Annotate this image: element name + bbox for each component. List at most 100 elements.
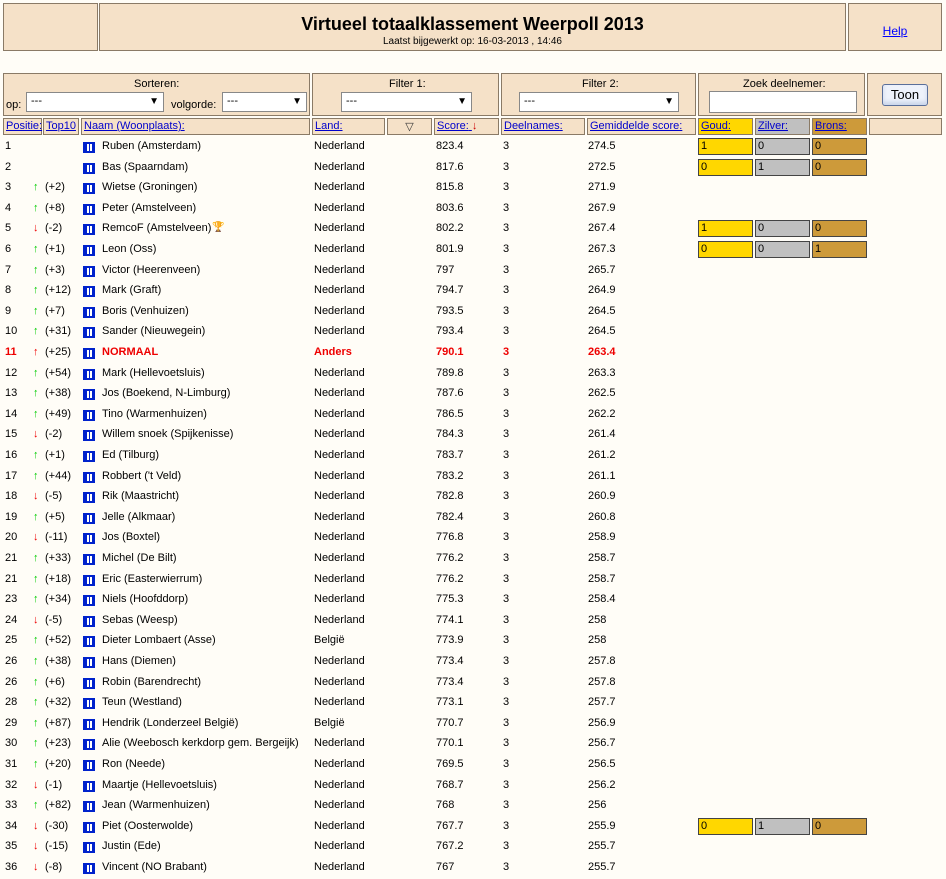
flag-icon[interactable]	[83, 657, 95, 668]
flag-icon[interactable]	[83, 389, 95, 401]
row-position: 11	[5, 346, 17, 358]
flag-icon[interactable]	[83, 492, 95, 504]
flag-icon[interactable]	[83, 636, 95, 648]
arrow-up-icon: ↑	[33, 263, 39, 276]
row-name: Rik (Maastricht)	[102, 490, 180, 503]
table-row: 25 ↑ (+52) Dieter Lombaert (Asse) België 773.…	[0, 631, 946, 652]
flag-icon[interactable]	[83, 430, 95, 442]
flag-icon[interactable]	[83, 471, 95, 483]
flag-icon[interactable]	[83, 409, 95, 421]
flag-icon[interactable]	[83, 265, 95, 277]
row-land: Nederland	[314, 325, 365, 338]
search-label: Zoek deelnemer:	[743, 78, 826, 90]
filter2-select[interactable]: --- ▼	[519, 92, 679, 112]
chevron-down-icon: ▼	[457, 96, 467, 107]
flag-icon[interactable]	[83, 780, 95, 792]
flag-icon[interactable]	[83, 615, 95, 627]
title-panel: Virtueel totaalklassement Weerpoll 2013 …	[99, 3, 846, 51]
col-brons[interactable]: Brons:	[812, 118, 867, 135]
flag-icon[interactable]	[83, 142, 95, 153]
row-name: Victor (Heerenveen)	[102, 263, 201, 276]
help-link[interactable]: Help	[849, 24, 941, 38]
row-position: 20	[5, 531, 18, 544]
row-name: Vincent (NO Brabant)	[102, 861, 207, 873]
col-gemiddelde[interactable]: Gemiddelde score:	[587, 118, 696, 135]
row-deelnames: 3	[503, 593, 510, 606]
flag-icon[interactable]	[83, 327, 95, 339]
col-naam[interactable]: Naam (Woonplaats):	[81, 118, 310, 135]
row-deelnames: 3	[503, 613, 510, 626]
row-position: 23	[5, 593, 18, 606]
toon-button[interactable]: Toon	[882, 84, 928, 106]
flag-icon[interactable]	[83, 203, 95, 215]
row-position: 2	[5, 160, 12, 173]
row-deelnames: 3	[503, 243, 510, 255]
col-top10[interactable]: Top10	[43, 118, 79, 135]
flag-icon[interactable]	[83, 286, 95, 298]
row-deelnames: 3	[503, 490, 510, 503]
table-row: 19 ↑ (+5) Jelle (Alkmaar) Nederland 782.4 3 260…	[0, 508, 946, 529]
flag-icon[interactable]	[83, 306, 95, 318]
flag-icon[interactable]	[83, 718, 95, 730]
flag-icon[interactable]	[83, 245, 95, 256]
flag-icon[interactable]	[83, 842, 95, 854]
col-zilver[interactable]: Zilver:	[755, 118, 810, 135]
row-avg: 256.7	[588, 737, 616, 750]
row-land: Nederland	[314, 366, 365, 379]
flag-icon[interactable]	[83, 739, 95, 751]
arrow-up-icon: ↑	[33, 346, 39, 358]
row-avg: 256	[588, 799, 607, 812]
row-change: (+54)	[45, 366, 71, 379]
row-score: 797	[436, 263, 455, 276]
row-name: Leon (Oss)	[102, 243, 157, 255]
flag-icon[interactable]	[83, 821, 95, 833]
flag-icon[interactable]	[83, 595, 95, 607]
col-positie[interactable]: Positie:	[3, 118, 42, 135]
flag-icon[interactable]	[83, 183, 95, 195]
col-goud[interactable]: Goud:	[698, 118, 753, 135]
arrow-up-icon: ↑	[33, 243, 39, 255]
row-land: Nederland	[314, 778, 365, 791]
row-avg: 262.2	[588, 407, 616, 420]
row-score: 768	[436, 799, 455, 812]
flag-icon[interactable]	[83, 162, 95, 174]
flag-icon[interactable]	[83, 554, 95, 565]
flag-icon[interactable]	[83, 698, 95, 710]
filter-icon[interactable]: ▽	[405, 121, 413, 133]
table-row: 36 ↓ (-8) Vincent (NO Brabant) Nederland 767 3…	[0, 858, 946, 879]
row-score: 789.8	[436, 366, 464, 379]
flag-icon[interactable]	[83, 677, 95, 689]
table-row: 26 ↑ (+6) Robin (Barendrecht) Nederland 773.4…	[0, 673, 946, 694]
row-deelnames: 3	[503, 284, 510, 297]
row-deelnames: 3	[503, 449, 510, 461]
sort-field-select[interactable]: --- ▼	[26, 92, 164, 112]
flag-icon[interactable]	[83, 512, 95, 524]
col-land[interactable]: Land:	[312, 118, 385, 135]
arrow-up-icon: ↑	[33, 387, 39, 400]
filter1-select[interactable]: --- ▼	[341, 92, 472, 112]
flag-icon[interactable]	[83, 574, 95, 586]
row-position: 25	[5, 634, 18, 647]
flag-icon[interactable]	[83, 451, 95, 462]
flag-icon[interactable]	[83, 863, 95, 874]
row-score: 776.2	[436, 572, 464, 585]
sort-order-select[interactable]: --- ▼	[222, 92, 307, 112]
flag-icon[interactable]	[83, 801, 95, 813]
col-filter[interactable]: ▽	[387, 118, 432, 135]
row-avg: 265.7	[588, 263, 616, 276]
search-input[interactable]	[709, 91, 857, 113]
row-land: Nederland	[314, 284, 365, 297]
gold-count: 0	[698, 158, 753, 176]
flag-icon[interactable]	[83, 368, 95, 380]
table-row: 35 ↓ (-15) Justin (Ede) Nederland 767.2 3 255.7	[0, 837, 946, 858]
arrow-up-icon: ↑	[33, 675, 39, 688]
row-avg: 258.7	[588, 572, 616, 585]
col-score[interactable]: Score: ↓	[434, 118, 499, 135]
col-deelnames[interactable]: Deelnames:	[501, 118, 585, 135]
flag-icon[interactable]	[83, 760, 95, 771]
row-position: 29	[5, 716, 18, 729]
flag-icon[interactable]	[83, 348, 95, 359]
flag-icon[interactable]	[83, 224, 95, 236]
chevron-down-icon: ▼	[149, 96, 159, 107]
flag-icon[interactable]	[83, 533, 95, 545]
